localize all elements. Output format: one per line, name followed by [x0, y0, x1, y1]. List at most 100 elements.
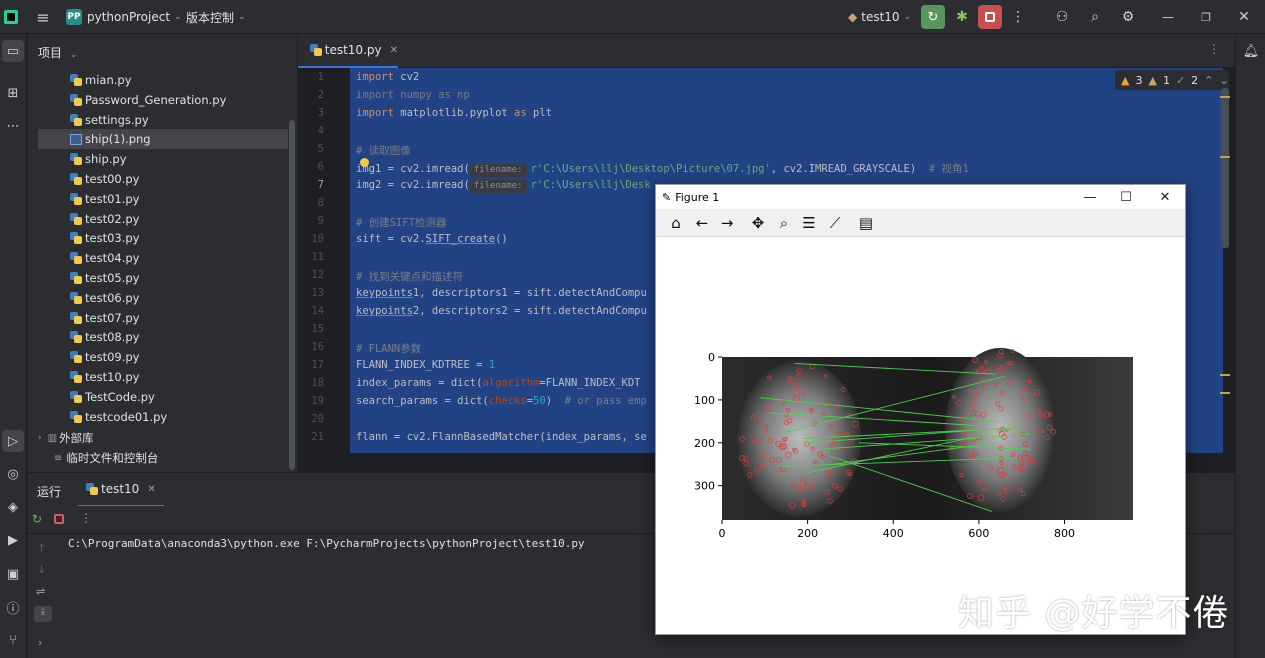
- file-item[interactable]: test06.py: [70, 288, 139, 308]
- menu-icon[interactable]: ≡: [32, 0, 54, 34]
- chevron-down-icon[interactable]: ⌄: [1219, 74, 1228, 87]
- file-item[interactable]: settings.py: [70, 110, 149, 130]
- scroll-to-end-icon[interactable]: ⤓: [34, 606, 52, 622]
- file-name: test02.py: [85, 211, 140, 226]
- project-panel-header[interactable]: 项目 ⌄: [38, 44, 77, 61]
- maximize-icon[interactable]: ☐: [1108, 185, 1144, 209]
- project-selector[interactable]: PP pythonProject ⌄: [66, 0, 182, 34]
- watermark: 知乎 @好学不倦: [958, 593, 1230, 634]
- code-line: # FLANN参数: [356, 343, 422, 355]
- stop-button[interactable]: [978, 5, 1002, 29]
- more-icon[interactable]: ⋮: [80, 511, 92, 525]
- problems-icon[interactable]: ⓘ: [2, 596, 24, 618]
- project-badge: PP: [66, 9, 82, 25]
- file-item[interactable]: test09.py: [70, 347, 139, 367]
- project-folder-icon[interactable]: ▭: [2, 40, 24, 62]
- project-panel-title: 项目: [38, 46, 63, 60]
- file-item[interactable]: ship.py: [70, 149, 127, 169]
- warning-marker[interactable]: [1220, 392, 1230, 394]
- soft-wrap-icon[interactable]: ⇌: [36, 585, 45, 598]
- forward-icon[interactable]: →: [716, 213, 738, 233]
- file-item[interactable]: test10.py: [70, 367, 139, 387]
- inspection-widget[interactable]: ▲ 3 ▲ 1 ✓ 2 ⌃ ⌄: [1115, 70, 1229, 90]
- scratches-node[interactable]: ≡ 临时文件和控制台: [54, 448, 158, 468]
- project-scrollbar[interactable]: [289, 120, 295, 470]
- file-item[interactable]: test02.py: [70, 209, 139, 229]
- file-item[interactable]: test01.py: [70, 189, 139, 209]
- file-item[interactable]: mian.py: [70, 70, 132, 90]
- python-console-icon[interactable]: ◎: [2, 463, 24, 485]
- home-icon[interactable]: ⌂: [665, 213, 687, 233]
- tab-test10[interactable]: test10.py ✕: [298, 34, 398, 68]
- back-icon[interactable]: ←: [691, 213, 713, 233]
- services-icon[interactable]: ▶: [2, 529, 24, 551]
- file-item[interactable]: testcode01.py: [70, 407, 167, 427]
- file-item[interactable]: test03.py: [70, 228, 139, 248]
- edit-axes-icon[interactable]: ⟋: [824, 213, 846, 233]
- file-item[interactable]: ship(1).png: [38, 129, 288, 150]
- add-user-icon[interactable]: ⚇: [1050, 0, 1074, 34]
- close-icon[interactable]: ✕: [1147, 185, 1183, 209]
- warning-marker[interactable]: [1220, 96, 1230, 98]
- code-line: FLANN_INDEX_KDTREE = 1: [356, 359, 496, 371]
- more-icon[interactable]: ⋮: [1006, 0, 1030, 34]
- stop-icon[interactable]: [54, 514, 64, 524]
- search-icon[interactable]: ⌕: [1083, 0, 1107, 34]
- restore-icon[interactable]: ❐: [1194, 0, 1218, 34]
- git-icon[interactable]: ⑂: [2, 629, 24, 651]
- warning-marker[interactable]: [1220, 374, 1230, 376]
- warning-marker[interactable]: [1220, 156, 1230, 158]
- vcs-menu[interactable]: 版本控制 ⌄: [186, 0, 246, 34]
- figure-canvas[interactable]: 0 200 400 600 800 0 100 200 300: [656, 237, 1185, 634]
- terminal-icon[interactable]: ▣: [2, 563, 24, 585]
- rerun-icon[interactable]: ↻: [32, 512, 42, 526]
- console-output[interactable]: C:\ProgramData\anaconda3\python.exe F:\P…: [68, 537, 585, 550]
- minimize-icon[interactable]: —: [1156, 0, 1180, 34]
- project-name: pythonProject: [87, 10, 171, 24]
- more-tools-icon[interactable]: ⋯: [2, 115, 24, 137]
- notifications-icon[interactable]: 🔔︎: [1240, 40, 1262, 62]
- chevron-up-icon[interactable]: ⌃: [1204, 74, 1213, 87]
- close-tab-icon[interactable]: ✕: [147, 484, 155, 495]
- error-icon: ▲: [1121, 73, 1130, 87]
- file-item[interactable]: test07.py: [70, 308, 139, 328]
- structure-icon[interactable]: ⊞: [2, 82, 24, 104]
- arrow-down-icon[interactable]: ↓: [37, 563, 46, 576]
- configure-subplots-icon[interactable]: ☰: [798, 213, 820, 233]
- editor-scrollbar[interactable]: [1221, 88, 1229, 248]
- close-tab-icon[interactable]: ✕: [390, 45, 398, 56]
- minimize-icon[interactable]: —: [1072, 185, 1108, 209]
- save-icon[interactable]: ▤: [855, 213, 877, 233]
- file-item[interactable]: test00.py: [70, 169, 139, 189]
- tab-run-test10[interactable]: test10 ✕: [78, 473, 164, 507]
- arrow-up-icon[interactable]: ↑: [37, 542, 46, 555]
- figure-title-bar[interactable]: ✎ Figure 1 — ☐ ✕: [656, 185, 1185, 209]
- pan-icon[interactable]: ✥: [747, 213, 769, 233]
- figure-window[interactable]: ✎ Figure 1 — ☐ ✕ ⌂ ← → ✥ ⌕ ☰ ⟋ ▤ 0 200 4…: [655, 184, 1186, 635]
- debug-icon[interactable]: ✱: [950, 0, 974, 34]
- file-item[interactable]: TestCode.py: [70, 387, 155, 407]
- external-libraries-node[interactable]: › ▥ 外部库: [38, 428, 94, 448]
- run-tool-icon[interactable]: ▷: [2, 430, 24, 452]
- file-item[interactable]: test05.py: [70, 268, 139, 288]
- app-logo-icon[interactable]: [4, 10, 18, 24]
- line-number: 10: [311, 233, 324, 245]
- file-item[interactable]: test08.py: [70, 327, 139, 347]
- file-item[interactable]: Password_Generation.py: [70, 90, 226, 110]
- project-panel: 项目 ⌄ mian.py Password_Generation.py settin…: [28, 34, 297, 472]
- zoom-icon[interactable]: ⌕: [773, 213, 795, 233]
- settings-icon[interactable]: ⚙: [1116, 0, 1140, 34]
- rerun-button[interactable]: ↻: [921, 5, 945, 29]
- chevron-right-icon[interactable]: ›: [38, 636, 42, 649]
- code-line: import numpy as np: [356, 89, 470, 101]
- left-tool-strip: ▭ ⊞ ⋯ ▷ ◎ ◈ ▶ ▣ ⓘ ⑂: [0, 34, 27, 658]
- lightbulb-icon[interactable]: [360, 158, 369, 167]
- close-icon[interactable]: ✕: [1232, 0, 1256, 34]
- tab-options-icon[interactable]: ⋮: [1208, 42, 1220, 56]
- file-item[interactable]: test04.py: [70, 248, 139, 268]
- code-line: search_params = dict(checks=50) # or pas…: [356, 395, 647, 407]
- run-config-selector[interactable]: ◆ test10 ⌄: [848, 0, 911, 34]
- layers-icon[interactable]: ◈: [2, 496, 24, 518]
- file-name: test03.py: [85, 231, 140, 246]
- stop-icon: [985, 12, 995, 22]
